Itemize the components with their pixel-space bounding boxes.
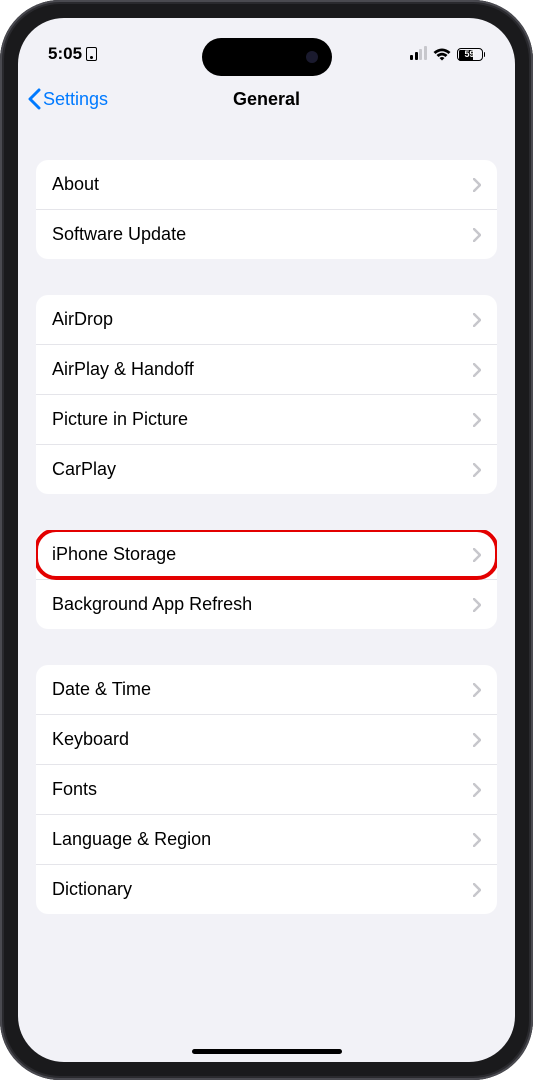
chevron-right-icon: [473, 883, 481, 897]
cellular-signal-icon: [410, 48, 427, 60]
row-label: Keyboard: [52, 729, 129, 750]
row-fonts[interactable]: Fonts: [36, 765, 497, 815]
row-label: Date & Time: [52, 679, 151, 700]
status-time: 5:05: [48, 44, 82, 64]
back-label: Settings: [43, 89, 108, 110]
chevron-right-icon: [473, 783, 481, 797]
chevron-right-icon: [473, 413, 481, 427]
settings-group: Date & Time Keyboard Fonts Language & Re…: [36, 665, 497, 914]
chevron-left-icon: [28, 88, 41, 110]
chevron-right-icon: [473, 833, 481, 847]
row-label: AirDrop: [52, 309, 113, 330]
chevron-right-icon: [473, 178, 481, 192]
row-language-region[interactable]: Language & Region: [36, 815, 497, 865]
dynamic-island: [202, 38, 332, 76]
chevron-right-icon: [473, 228, 481, 242]
row-background-app-refresh[interactable]: Background App Refresh: [36, 580, 497, 629]
row-airdrop[interactable]: AirDrop: [36, 295, 497, 345]
settings-list: About Software Update AirDrop AirPlay & …: [18, 160, 515, 914]
row-label: Picture in Picture: [52, 409, 188, 430]
row-software-update[interactable]: Software Update: [36, 210, 497, 259]
chevron-right-icon: [473, 313, 481, 327]
row-label: AirPlay & Handoff: [52, 359, 194, 380]
row-label: Background App Refresh: [52, 594, 252, 615]
chevron-right-icon: [473, 463, 481, 477]
settings-group: About Software Update: [36, 160, 497, 259]
portrait-lock-icon: [86, 47, 97, 61]
row-label: Dictionary: [52, 879, 132, 900]
row-label: Software Update: [52, 224, 186, 245]
chevron-right-icon: [473, 363, 481, 377]
battery-icon: 59: [457, 48, 486, 61]
settings-group: iPhone Storage Background App Refresh: [36, 530, 497, 629]
row-carplay[interactable]: CarPlay: [36, 445, 497, 494]
nav-bar: Settings General: [18, 74, 515, 124]
row-airplay-handoff[interactable]: AirPlay & Handoff: [36, 345, 497, 395]
battery-percent: 59: [464, 49, 474, 59]
row-dictionary[interactable]: Dictionary: [36, 865, 497, 914]
chevron-right-icon: [473, 683, 481, 697]
chevron-right-icon: [473, 598, 481, 612]
home-indicator[interactable]: [192, 1049, 342, 1054]
row-date-time[interactable]: Date & Time: [36, 665, 497, 715]
row-label: CarPlay: [52, 459, 116, 480]
row-label: Fonts: [52, 779, 97, 800]
page-title: General: [233, 89, 300, 110]
row-label: iPhone Storage: [52, 544, 176, 565]
chevron-right-icon: [473, 733, 481, 747]
chevron-right-icon: [473, 548, 481, 562]
back-button[interactable]: Settings: [28, 88, 108, 110]
row-label: Language & Region: [52, 829, 211, 850]
settings-group: AirDrop AirPlay & Handoff Picture in Pic…: [36, 295, 497, 494]
wifi-icon: [433, 48, 451, 61]
screen: 5:05 59: [18, 18, 515, 1062]
row-picture-in-picture[interactable]: Picture in Picture: [36, 395, 497, 445]
row-label: About: [52, 174, 99, 195]
row-about[interactable]: About: [36, 160, 497, 210]
row-iphone-storage[interactable]: iPhone Storage: [36, 530, 497, 580]
phone-frame: 5:05 59: [0, 0, 533, 1080]
row-keyboard[interactable]: Keyboard: [36, 715, 497, 765]
